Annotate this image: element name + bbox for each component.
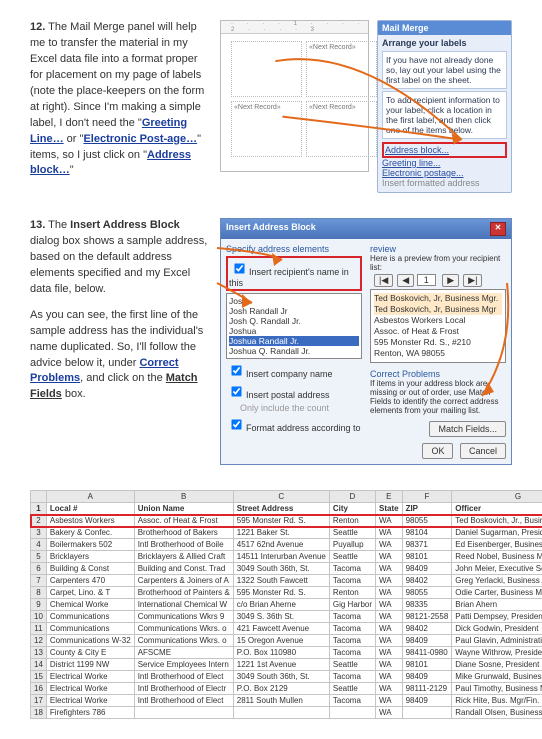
label-cell: «Next Record» xyxy=(306,101,377,157)
name-format-list[interactable]: Josh Josh Randall Jr Josh Q. Randall Jr.… xyxy=(226,293,362,359)
table-row[interactable]: 5BricklayersBricklayers & Allied Craft14… xyxy=(31,551,542,563)
step12-text: 12. The Mail Merge panel will help me to… xyxy=(30,20,210,193)
table-row[interactable]: 18Firefighters 786WARandall Olsen, Busin… xyxy=(31,707,542,719)
insert-address-block-dialog: Insert Address Block ✕ Specify address e… xyxy=(220,218,512,465)
table-row[interactable]: 16Electrical WorkeIntl Brotherhood of El… xyxy=(31,683,542,695)
label-cell: «Next Record» xyxy=(306,41,377,97)
table-row[interactable]: 17Electrical WorkeIntl Brotherhood of El… xyxy=(31,695,542,707)
preview-section: review Here is a preview from your recip… xyxy=(370,244,506,459)
excel-sheet: ABCDEFG 1Local #Union NameStreet Address… xyxy=(30,490,512,719)
postage-option[interactable]: Electronic postage... xyxy=(382,168,507,178)
address-preview: Ted Boskovich, Jr, Business Mgr. Ted Bos… xyxy=(370,289,506,363)
specify-section: Specify address elements Insert recipien… xyxy=(226,244,362,459)
insert-name-checkbox[interactable]: Insert recipient's name in this xyxy=(226,256,362,291)
step13-graphic: Insert Address Block ✕ Specify address e… xyxy=(220,218,512,465)
match-fields-button[interactable]: Match Fields... xyxy=(429,421,506,437)
dialog-titlebar: Insert Address Block ✕ xyxy=(221,219,511,239)
word-canvas: · · · · 1 · · · · 2 · · · · 3 «Next Reco… xyxy=(220,20,369,172)
ok-button[interactable]: OK xyxy=(422,443,453,459)
table-row[interactable]: 9Chemical WorkeInternational Chemical Wc… xyxy=(31,599,542,611)
nav-next[interactable]: ▶ xyxy=(442,274,459,287)
table-row[interactable]: 6Building & ConstBuilding and Const. Tra… xyxy=(31,563,542,575)
panel-title: Mail Merge xyxy=(378,21,511,35)
table-row[interactable]: 3Bakery & Confec.Brotherhood of Bakers12… xyxy=(31,527,542,539)
step12-graphic: · · · · 1 · · · · 2 · · · · 3 «Next Reco… xyxy=(220,20,512,193)
col-header: A xyxy=(46,491,134,503)
postage-link: Electronic Post-age… xyxy=(83,133,197,145)
col-header: D xyxy=(329,491,375,503)
table-row[interactable]: 7Carpenters 470Carpenters & Joiners of A… xyxy=(31,575,542,587)
step13-text: 13. The Insert Address Block dialog box … xyxy=(30,218,210,465)
table-row[interactable]: 10CommunicationsCommunications Wkrs 9304… xyxy=(31,611,542,623)
table-row[interactable]: 12Communications W-32Communications Wkrs… xyxy=(31,635,542,647)
col-header: C xyxy=(233,491,329,503)
ruler: · · · · 1 · · · · 2 · · · · 3 xyxy=(221,21,368,34)
nav-index[interactable]: 1 xyxy=(417,274,436,286)
cancel-button[interactable]: Cancel xyxy=(460,443,506,459)
col-header xyxy=(31,491,47,503)
insert-formatted-option[interactable]: Insert formatted address xyxy=(382,178,507,188)
step-12: 12. The Mail Merge panel will help me to… xyxy=(30,20,512,193)
label-cell xyxy=(231,41,302,97)
table-row[interactable]: 14District 1199 NWService Employees Inte… xyxy=(31,659,542,671)
table-row[interactable]: 4Boilermakers 502Intl Brotherhood of Boi… xyxy=(31,539,542,551)
table-row[interactable]: 2Asbestos WorkersAssoc. of Heat & Frost5… xyxy=(31,515,542,527)
nav-last[interactable]: ▶| xyxy=(463,274,482,287)
table-row[interactable]: 13County & City EAFSCMEP.O. Box 110980Ta… xyxy=(31,647,542,659)
label-cell: «Next Record» xyxy=(231,101,302,157)
panel-subtitle: Arrange your labels xyxy=(382,38,507,48)
step12-num: 12. xyxy=(30,21,45,33)
greeting-line-option[interactable]: Greeting line... xyxy=(382,158,507,168)
company-checkbox[interactable]: Insert company name xyxy=(226,361,362,380)
col-header: G xyxy=(452,491,542,503)
correct-problems-section: Correct Problems If items in your addres… xyxy=(370,369,506,437)
postal-checkbox[interactable]: Insert postal address xyxy=(226,382,362,401)
col-header: B xyxy=(134,491,233,503)
panel-text: To add recipient information to your lab… xyxy=(382,91,507,139)
col-header: E xyxy=(376,491,403,503)
address-block-option[interactable]: Address block... xyxy=(382,142,507,158)
mail-merge-panel: Mail Merge Arrange your labels If you ha… xyxy=(377,20,512,193)
format-checkbox[interactable]: Format address according to xyxy=(226,415,362,434)
data-table: ABCDEFG 1Local #Union NameStreet Address… xyxy=(30,490,542,719)
panel-text: If you have not already done so, lay out… xyxy=(382,51,507,89)
col-header: F xyxy=(402,491,452,503)
nav-first[interactable]: |◀ xyxy=(374,274,393,287)
table-row[interactable]: 8Carpet, Lino. & TBrotherhood of Painter… xyxy=(31,587,542,599)
nav-prev[interactable]: ◀ xyxy=(397,274,414,287)
step-13: 13. The Insert Address Block dialog box … xyxy=(30,218,512,465)
close-icon[interactable]: ✕ xyxy=(490,222,506,236)
table-row[interactable]: 11CommunicationsCommunications Wkrs. o42… xyxy=(31,623,542,635)
table-row[interactable]: 15Electrical WorkeIntl Brotherhood of El… xyxy=(31,671,542,683)
